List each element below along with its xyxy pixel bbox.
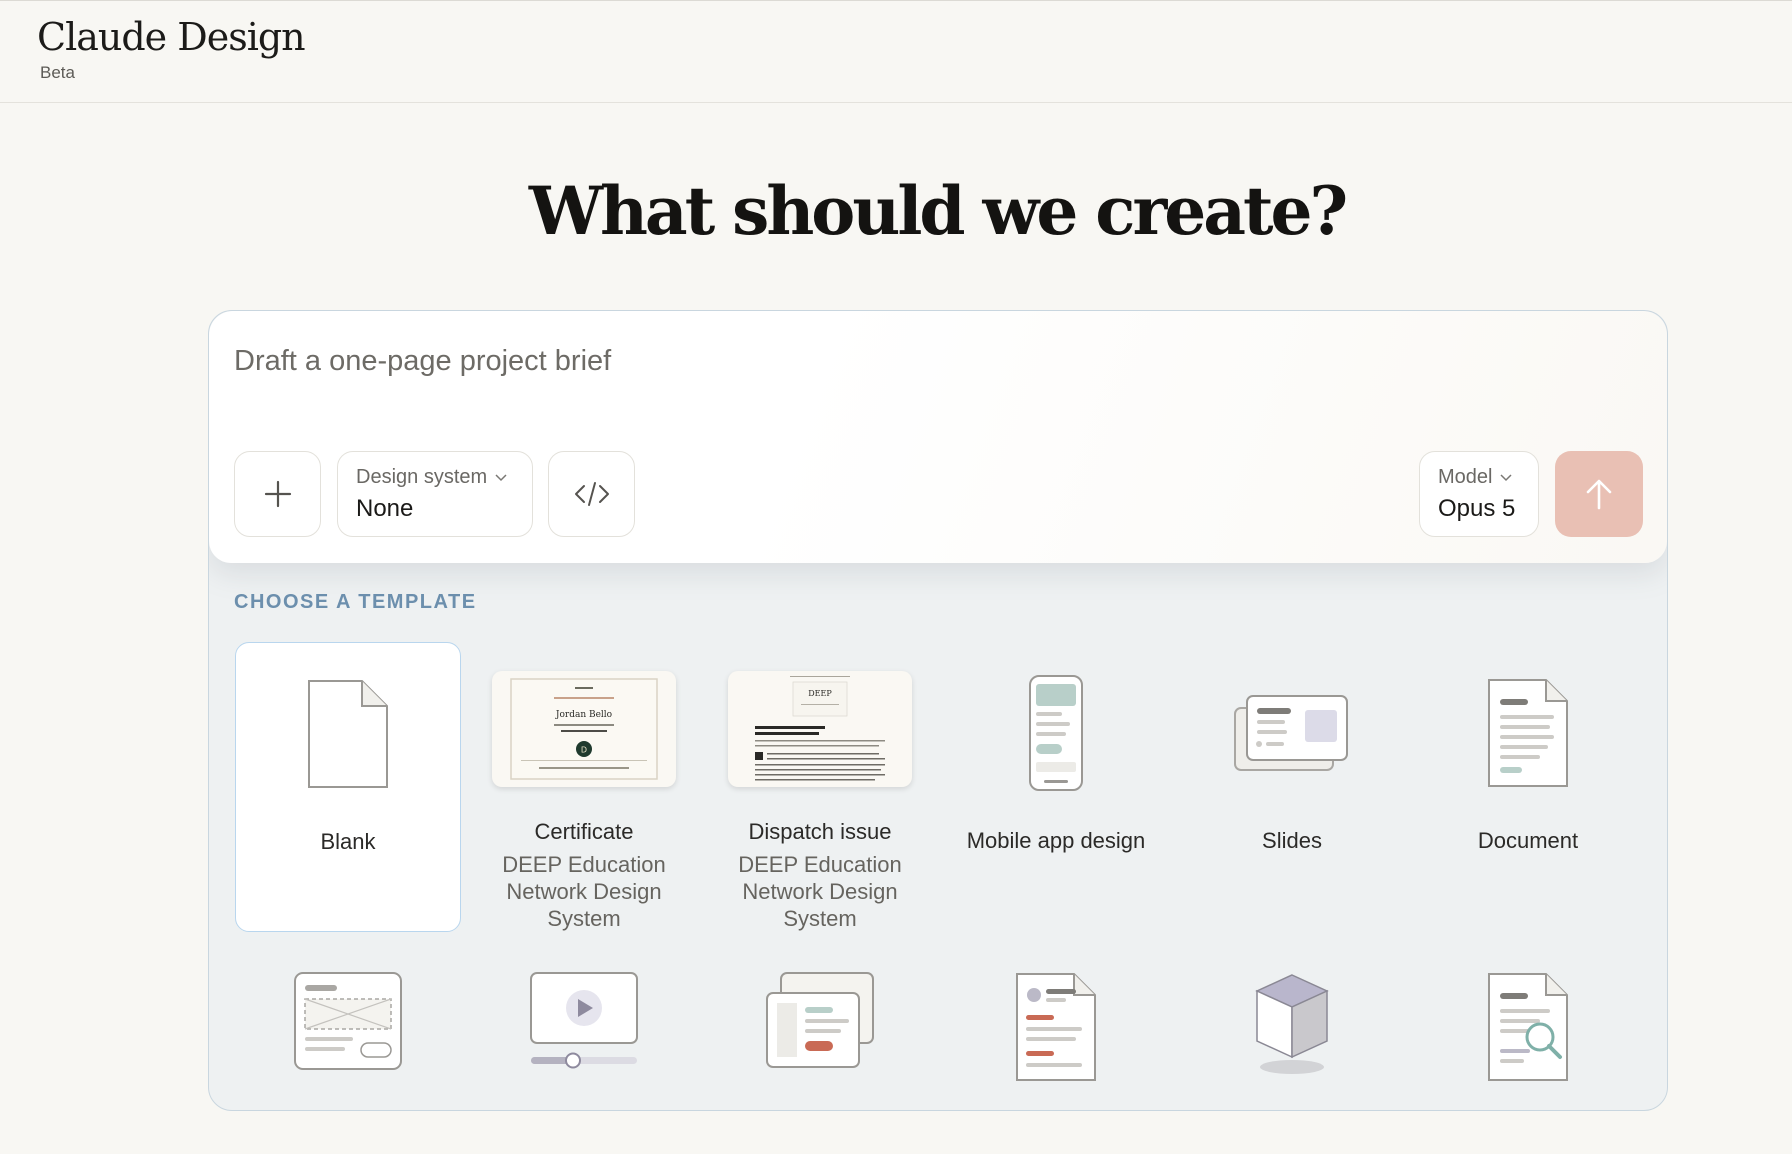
chevron-down-icon: [495, 473, 507, 481]
template-resume[interactable]: [943, 971, 1169, 1101]
code-button[interactable]: [548, 451, 635, 537]
add-attachment-button[interactable]: [234, 451, 321, 537]
template-research-doc[interactable]: [1415, 971, 1641, 1101]
mobile-thumbnail: [956, 668, 1156, 798]
template-dispatch-issue[interactable]: DEEP Dispatch issue DEEP Education Netwo…: [707, 642, 933, 932]
template-mobile-app-design[interactable]: Mobile app design: [943, 642, 1169, 932]
app-logo[interactable]: Claude Design: [37, 15, 306, 59]
arrow-up-icon: [1586, 479, 1612, 510]
cube-icon: [1255, 974, 1329, 1074]
video-player-icon: [530, 972, 638, 1069]
code-icon: [574, 482, 609, 506]
template-title: Blank: [320, 829, 376, 854]
certificate-preview: Jordan Bello D: [492, 670, 676, 787]
stacked-cards-icon: [766, 972, 874, 1068]
template-wireframe[interactable]: [235, 971, 461, 1101]
plus-icon: [264, 480, 291, 508]
dispatch-preview: DEEP: [728, 670, 912, 787]
prompt-input[interactable]: [234, 341, 1334, 381]
template-3d-object[interactable]: [1179, 971, 1405, 1101]
template-document[interactable]: Document: [1415, 642, 1641, 932]
model-label: Model: [1438, 466, 1493, 488]
template-presentation-cards[interactable]: [707, 971, 933, 1101]
blank-thumbnail: [248, 669, 448, 799]
template-subtitle: DEEP Education Network Design System: [738, 852, 902, 931]
top-bar: Claude Design Beta: [0, 0, 1792, 103]
beta-badge: Beta: [40, 63, 75, 82]
template-subtitle: DEEP Education Network Design System: [502, 852, 666, 931]
send-button[interactable]: [1555, 451, 1643, 537]
slides-thumbnail: [1192, 668, 1392, 798]
page-title: What should we create?: [528, 172, 1348, 250]
mobile-phone-icon: [1029, 675, 1083, 791]
template-title: Certificate: [534, 819, 634, 844]
template-blank[interactable]: Blank: [235, 642, 461, 932]
document-icon: [1488, 679, 1568, 787]
dispatch-masthead: DEEP: [808, 689, 832, 698]
template-title: Mobile app design: [966, 828, 1146, 853]
model-value: Opus 5: [1438, 495, 1516, 522]
certificate-name: Jordan Bello: [555, 710, 612, 720]
dispatch-thumbnail: DEEP: [720, 668, 920, 789]
document-thumbnail: [1428, 668, 1628, 798]
document-search-icon: [1488, 973, 1568, 1081]
certificate-thumbnail: Jordan Bello D: [484, 668, 684, 789]
prompt-card: Design system None Model Opus 5: [209, 311, 1667, 563]
template-video[interactable]: [471, 971, 697, 1101]
template-title: Document: [1477, 828, 1579, 853]
template-slides[interactable]: Slides: [1179, 642, 1405, 932]
section-label: CHOOSE A TEMPLATE: [234, 591, 477, 613]
model-select[interactable]: Model Opus 5: [1419, 451, 1539, 537]
template-certificate[interactable]: Jordan Bello D Certificate DEEP Educatio…: [471, 642, 697, 932]
template-title: Dispatch issue: [748, 819, 892, 844]
template-title: Slides: [1262, 828, 1322, 853]
resume-icon: [1016, 973, 1096, 1081]
slides-icon: [1234, 695, 1348, 771]
certificate-preview-art: Jordan Bello D: [510, 677, 658, 780]
certificate-seal: D: [581, 745, 587, 754]
create-panel: Design system None Model Opus 5: [208, 310, 1668, 1111]
wireframe-icon: [294, 972, 402, 1070]
design-system-select[interactable]: Design system None: [337, 451, 533, 537]
design-system-value: None: [356, 495, 414, 522]
design-system-label: Design system: [356, 466, 488, 488]
blank-file-icon: [308, 680, 388, 788]
dispatch-preview-art: DEEP: [755, 675, 885, 780]
chevron-down-icon: [1500, 473, 1513, 481]
